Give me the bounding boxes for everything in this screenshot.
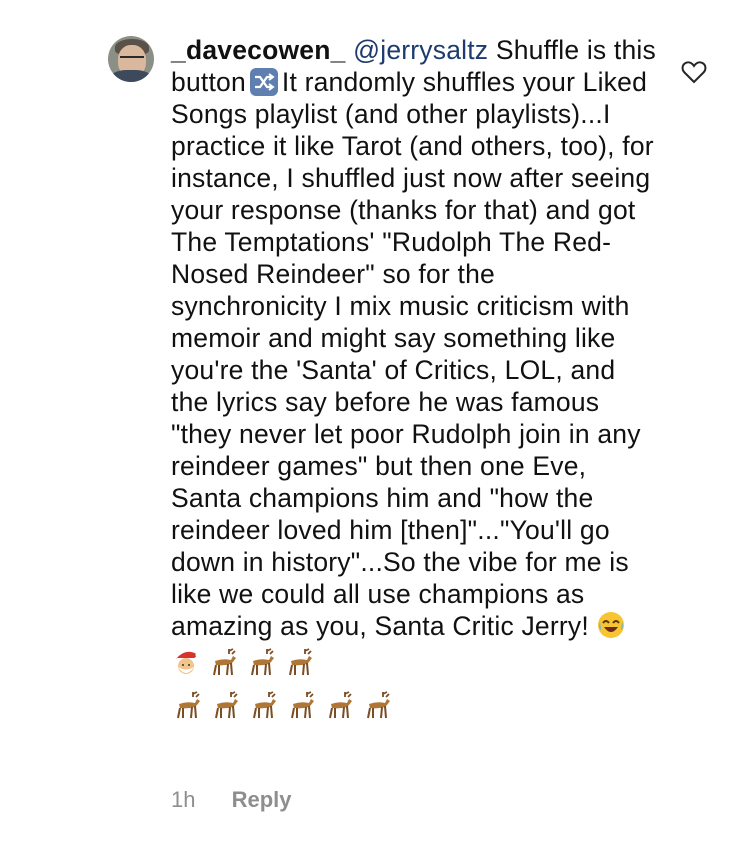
laughing-tears-emoji (596, 610, 626, 647)
comment-meta: 1h Reply (171, 787, 292, 813)
santa-emoji (171, 647, 201, 684)
deer-emoji (285, 690, 317, 727)
comment-timestamp: 1h (171, 787, 196, 812)
comment-mention[interactable]: @jerrysaltz (353, 35, 488, 65)
deer-emoji (245, 647, 277, 684)
comment-username[interactable]: _davecowen_ (171, 35, 346, 65)
deer-emoji-row (171, 690, 656, 724)
shuffle-icon (249, 68, 278, 96)
comment-text-part-2: It randomly shuffles your Liked Songs pl… (171, 67, 654, 641)
deer-emoji (207, 647, 239, 684)
avatar[interactable] (108, 36, 154, 82)
deer-emoji (209, 690, 241, 727)
deer-emoji (283, 647, 315, 684)
avatar-shirt (110, 70, 152, 82)
comment: _davecowen_ @jerrysaltz Shuffle is this … (0, 0, 750, 850)
deer-emoji (171, 690, 203, 727)
avatar-glasses (120, 56, 144, 64)
heart-icon[interactable] (681, 60, 707, 84)
reply-button[interactable]: Reply (232, 787, 292, 812)
deer-emoji (247, 690, 279, 727)
deer-emoji (361, 690, 393, 727)
deer-emoji (323, 690, 355, 727)
comment-body: _davecowen_ @jerrysaltz Shuffle is this … (171, 34, 656, 724)
